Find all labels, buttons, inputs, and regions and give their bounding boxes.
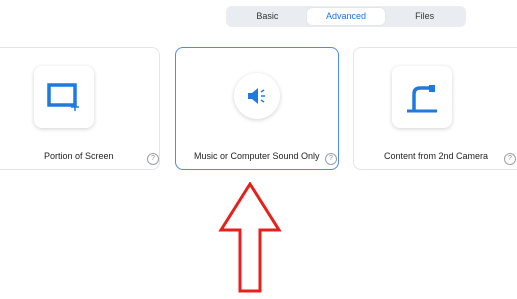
share-tabs: Basic Advanced Files xyxy=(226,6,466,27)
option-computer-sound-only[interactable]: Music or Computer Sound Only ? xyxy=(175,47,339,170)
option-label: Music or Computer Sound Only xyxy=(194,151,320,161)
portion-screen-icon xyxy=(47,83,79,111)
camera-icon xyxy=(407,85,437,113)
help-icon[interactable]: ? xyxy=(147,153,159,165)
option-tile xyxy=(392,66,452,128)
tab-advanced[interactable]: Advanced xyxy=(306,8,386,25)
help-icon[interactable]: ? xyxy=(504,153,516,165)
tab-files[interactable]: Files xyxy=(385,8,464,25)
annotation-arrow-icon xyxy=(218,182,282,293)
speaker-icon xyxy=(248,88,265,104)
tab-basic[interactable]: Basic xyxy=(228,8,307,25)
option-tile xyxy=(234,73,280,119)
help-icon[interactable]: ? xyxy=(325,153,337,165)
option-portion-of-screen[interactable]: Portion of Screen ? xyxy=(0,47,160,170)
option-second-camera[interactable]: Content from 2nd Camera ? xyxy=(353,47,517,170)
option-label: Portion of Screen xyxy=(44,151,114,161)
option-tile xyxy=(34,66,94,128)
option-label: Content from 2nd Camera xyxy=(384,151,489,161)
share-advanced-panel: Basic Advanced Files Portion of Screen ?… xyxy=(0,0,517,299)
